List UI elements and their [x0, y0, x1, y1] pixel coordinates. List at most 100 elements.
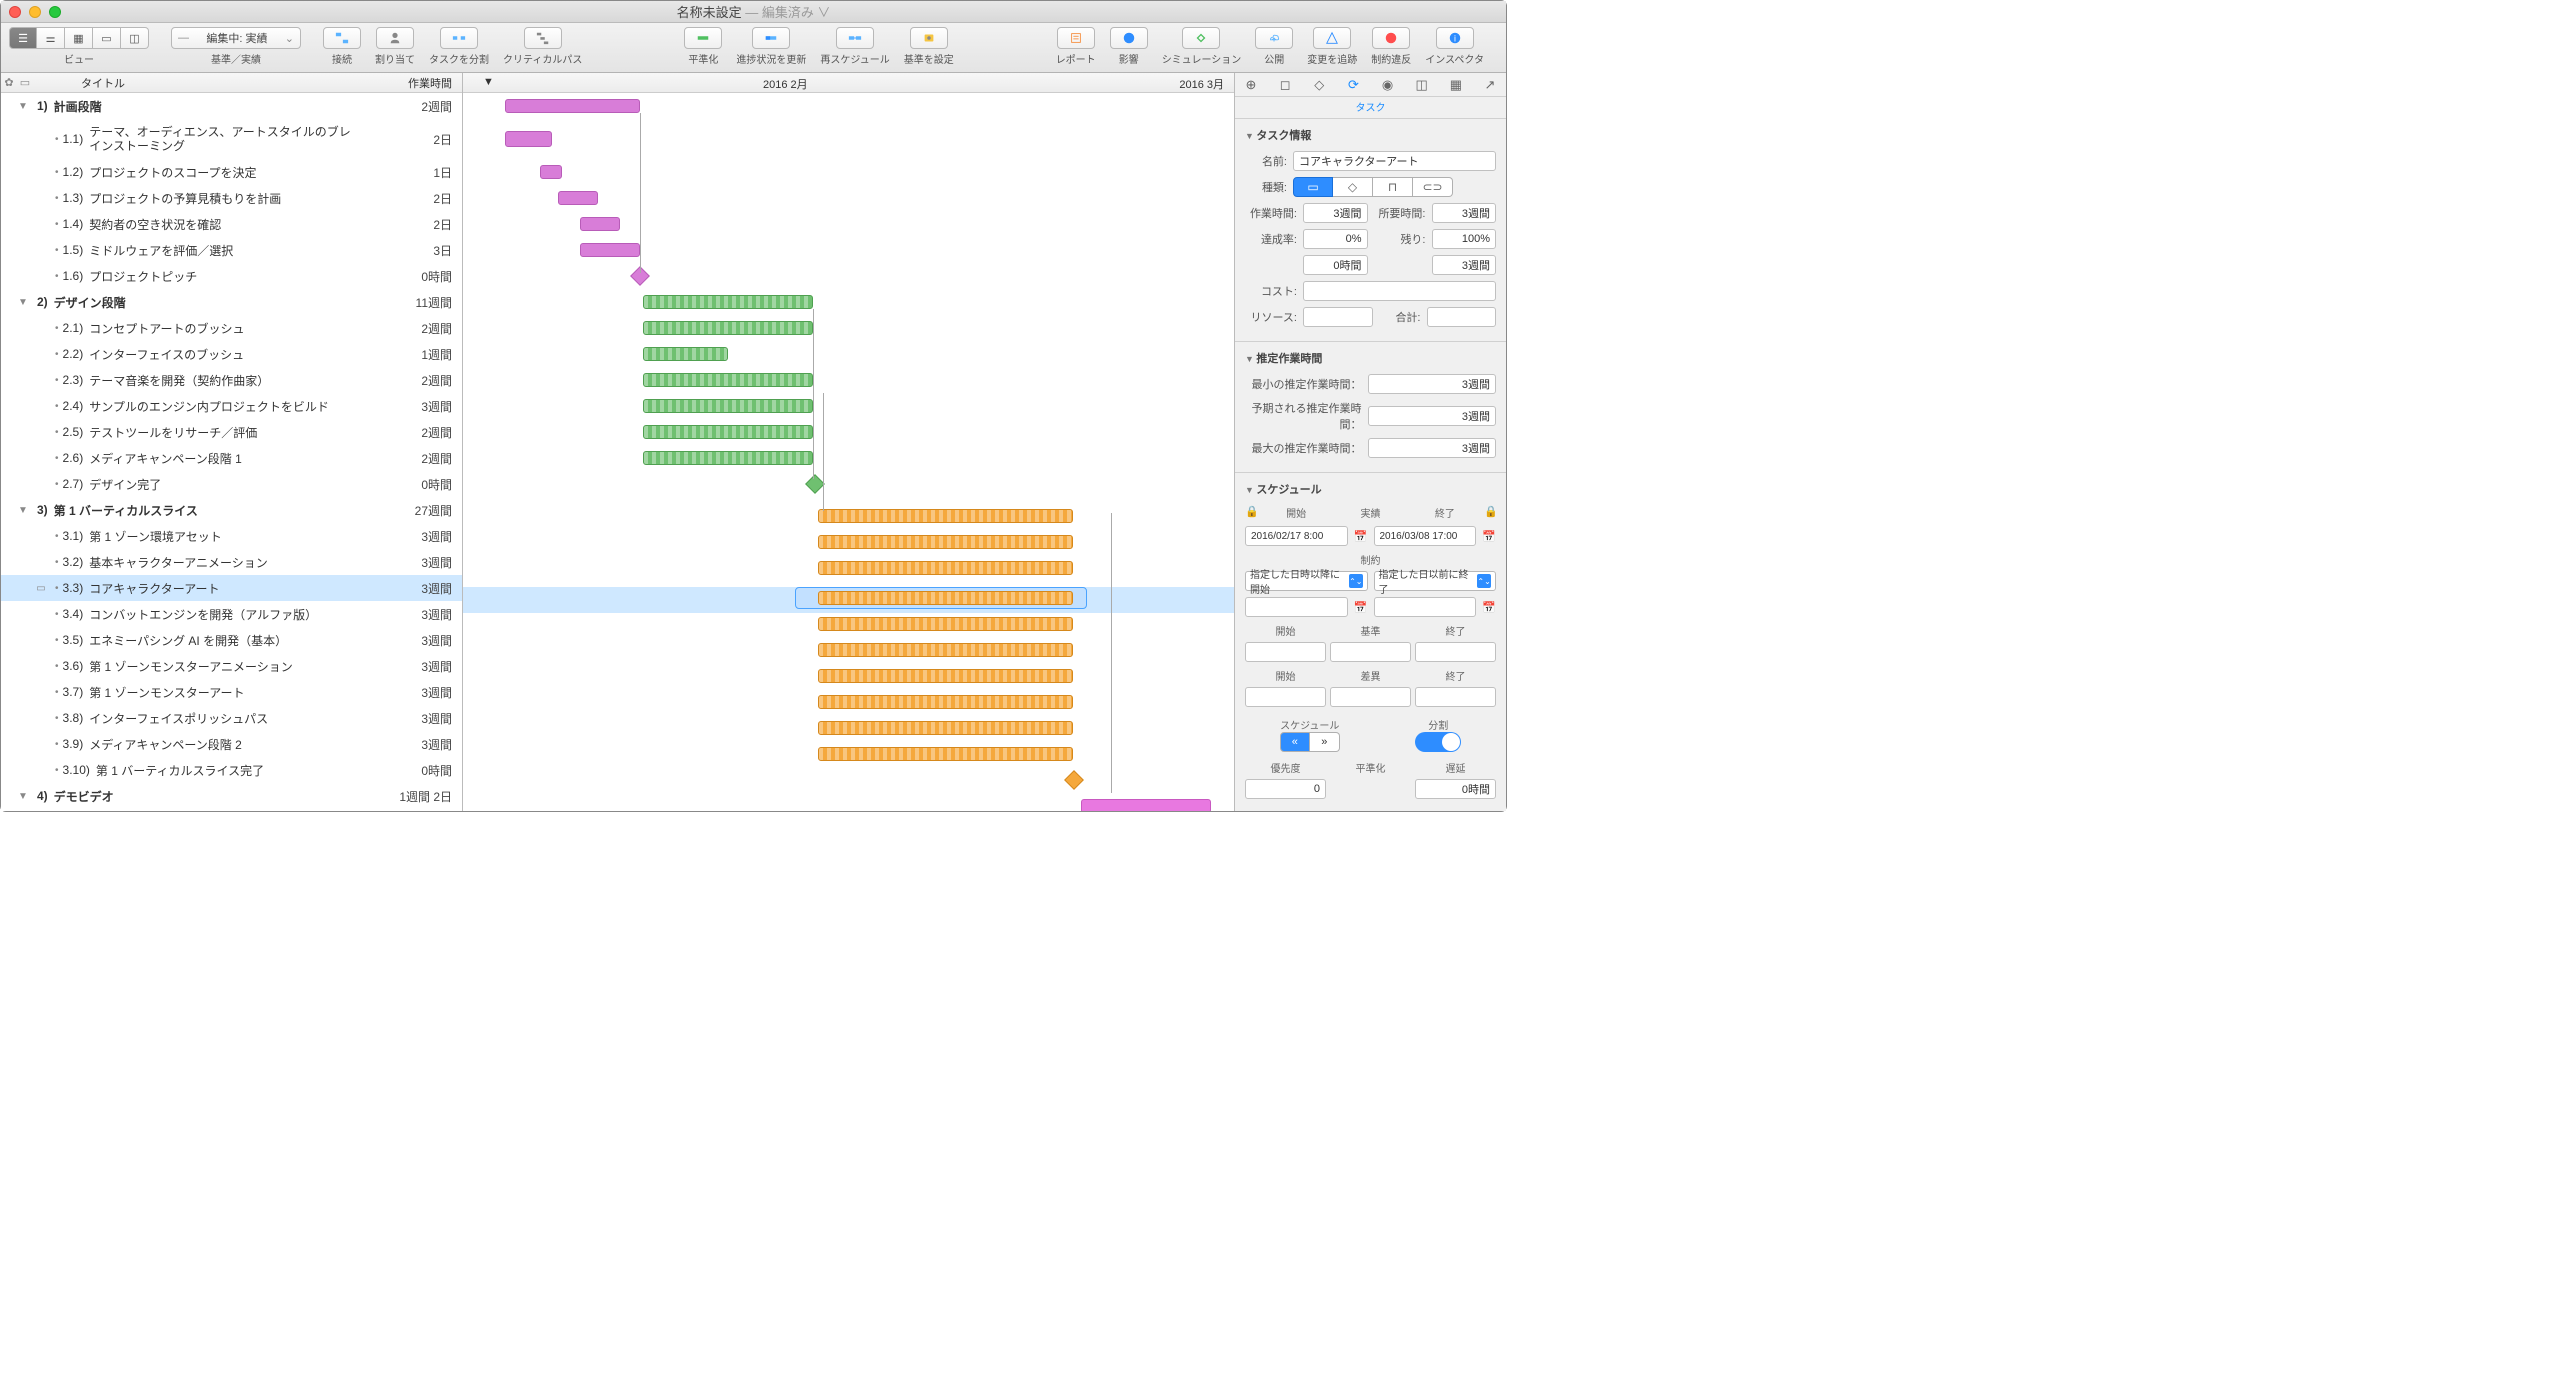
gantt-collapse-icon[interactable]: ▼ [483, 76, 494, 88]
baseline-end-field[interactable] [1415, 642, 1496, 662]
gantt-milestone-icon[interactable] [805, 474, 825, 494]
outline-task-row[interactable]: •2.5)テストツールをリサーチ／評価2週間 [1, 419, 462, 445]
gantt-bar[interactable] [643, 425, 813, 439]
gantt-bar[interactable] [818, 747, 1073, 761]
baseline-dropdown[interactable]: — 編集中: 実績 ⌄ [171, 27, 301, 49]
close-icon[interactable] [9, 6, 21, 18]
total-field[interactable] [1427, 307, 1497, 327]
gantt-bar[interactable] [505, 131, 552, 147]
remain-time-field[interactable]: 3週間 [1432, 255, 1497, 275]
schedule-back-icon[interactable]: « [1280, 732, 1310, 752]
outline-task-row[interactable]: •3.7)第 1 ゾーンモンスターアート3週間 [1, 679, 462, 705]
schedule-direction[interactable]: «» [1280, 732, 1340, 752]
style-icon[interactable]: ◫ [1412, 76, 1432, 94]
milestone-icon[interactable]: ◇ [1309, 76, 1329, 94]
gantt-bar[interactable] [818, 617, 1073, 631]
outline-task-row[interactable]: •1.3)プロジェクトの予算見積もりを計画2日 [1, 185, 462, 211]
critical-path-button[interactable] [524, 27, 562, 49]
outline-task-row[interactable]: •3.10)第 1 バーティカルスライス完了0時間 [1, 757, 462, 783]
outline-group-row[interactable]: ▼4)デモビデオ1週間 2日 [1, 783, 462, 809]
gantt-bar[interactable] [643, 295, 813, 309]
impact-button[interactable] [1110, 27, 1148, 49]
view-resource-icon[interactable]: ⚌ [37, 27, 65, 49]
task-icon[interactable]: ⟳ [1343, 76, 1363, 94]
split-toggle[interactable] [1415, 732, 1461, 752]
view-board-icon[interactable]: ◫ [121, 27, 149, 49]
simulation-button[interactable] [1182, 27, 1220, 49]
lock-icon[interactable]: 🔒 [1484, 505, 1496, 520]
outline-task-row[interactable]: •3.5)エネミーパシング AI を開発（基本）3週間 [1, 627, 462, 653]
gantt-bar[interactable] [818, 669, 1073, 683]
constraint-start-select[interactable]: 指定した日時以降に開始⌃⌄ [1245, 571, 1368, 591]
type-group-icon[interactable]: ⊂⊃ [1413, 177, 1453, 197]
zoom-in-icon[interactable]: ⊕ [1241, 76, 1261, 94]
report-button[interactable] [1057, 27, 1095, 49]
constraint-start-date[interactable] [1245, 597, 1348, 617]
priority-field[interactable]: 0 [1245, 779, 1326, 799]
tag-icon[interactable]: ◻ [1275, 76, 1295, 94]
gantt-bar[interactable] [580, 243, 640, 257]
resource-icon[interactable]: ◉ [1378, 76, 1398, 94]
end-date-field[interactable]: 2016/03/08 17:00 [1374, 526, 1477, 546]
gantt-bar[interactable] [818, 509, 1073, 523]
est-min-field[interactable]: 3週間 [1368, 374, 1497, 394]
baseline-mid-field[interactable] [1330, 642, 1411, 662]
split-button[interactable] [440, 27, 478, 49]
duration-field[interactable]: 3週間 [1432, 203, 1497, 223]
work-field[interactable]: 3週間 [1303, 203, 1368, 223]
name-field[interactable]: コアキャラクターアート [1293, 151, 1496, 171]
export-icon[interactable]: ↗ [1480, 76, 1500, 94]
delay-field[interactable]: 0時間 [1415, 779, 1496, 799]
violations-button[interactable] [1372, 27, 1410, 49]
variance-start-field[interactable] [1245, 687, 1326, 707]
gantt-bar[interactable] [580, 217, 620, 231]
schedule-fwd-icon[interactable]: » [1310, 732, 1340, 752]
calendar-icon[interactable]: 📅 [1354, 530, 1368, 543]
baseline-start-field[interactable] [1245, 642, 1326, 662]
outline-task-row[interactable]: •1.2)プロジェクトのスコープを決定1日 [1, 159, 462, 185]
column-title[interactable]: タイトル [33, 75, 392, 91]
outline-task-row[interactable]: •3.6)第 1 ゾーンモンスターアニメーション3週間 [1, 653, 462, 679]
outline-task-row[interactable]: •3.4)コンバットエンジンを開発（アルファ版）3週間 [1, 601, 462, 627]
gantt-bar[interactable] [643, 347, 728, 361]
connect-button[interactable] [323, 27, 361, 49]
calendar-icon[interactable]: 📅 [1482, 530, 1496, 543]
outline-task-row[interactable]: •2.6)メディアキャンペーン段階 12週間 [1, 445, 462, 471]
gantt-bar[interactable] [818, 535, 1073, 549]
type-task-icon[interactable]: ▭ [1293, 177, 1333, 197]
gantt-bar[interactable] [558, 191, 598, 205]
gantt-bar[interactable] [643, 451, 813, 465]
gantt-body[interactable] [463, 93, 1234, 811]
level-button[interactable] [684, 27, 722, 49]
outline-task-row[interactable]: •2.4)サンプルのエンジン内プロジェクトをビルド3週間 [1, 393, 462, 419]
constraint-end-date[interactable] [1374, 597, 1477, 617]
gantt-bar[interactable] [818, 561, 1073, 575]
update-progress-button[interactable] [752, 27, 790, 49]
custom-icon[interactable]: ▦ [1446, 76, 1466, 94]
outline-task-row[interactable]: •2.2)インターフェイスのブッシュ1週間 [1, 341, 462, 367]
gantt-bar-selected[interactable] [818, 591, 1073, 605]
assign-button[interactable] [376, 27, 414, 49]
type-milestone-icon[interactable]: ◇ [1333, 177, 1373, 197]
outline-task-row[interactable]: •1.4)契約者の空き状況を確認2日 [1, 211, 462, 237]
gantt-bar[interactable] [818, 695, 1073, 709]
gantt-milestone-icon[interactable] [1064, 770, 1084, 790]
gantt-bar[interactable] [818, 643, 1073, 657]
column-duration[interactable]: 作業時間 [392, 75, 462, 91]
view-gantt-icon[interactable]: ☰ [9, 27, 37, 49]
outline-task-row[interactable]: •2.7)デザイン完了0時間 [1, 471, 462, 497]
publish-button[interactable] [1255, 27, 1293, 49]
constraint-end-select[interactable]: 指定した日以前に終了⌃⌄ [1374, 571, 1497, 591]
outline-task-row[interactable]: •3.9)メディアキャンペーン段階 23週間 [1, 731, 462, 757]
outline-task-row[interactable]: •3.2)基本キャラクターアニメーション3週間 [1, 549, 462, 575]
reschedule-button[interactable] [836, 27, 874, 49]
start-date-field[interactable]: 2016/02/17 8:00 [1245, 526, 1348, 546]
gantt-bar[interactable] [818, 721, 1073, 735]
type-hammock-icon[interactable]: ⊓ [1373, 177, 1413, 197]
gantt-bar[interactable] [643, 373, 813, 387]
outline-task-row[interactable]: •3.8)インターフェイスポリッシュパス3週間 [1, 705, 462, 731]
view-network-icon[interactable]: ▭ [93, 27, 121, 49]
outline-task-row[interactable]: •2.3)テーマ音楽を開発（契約作曲家）2週間 [1, 367, 462, 393]
gantt-bar[interactable] [540, 165, 562, 179]
gantt-bar[interactable] [1081, 799, 1211, 811]
